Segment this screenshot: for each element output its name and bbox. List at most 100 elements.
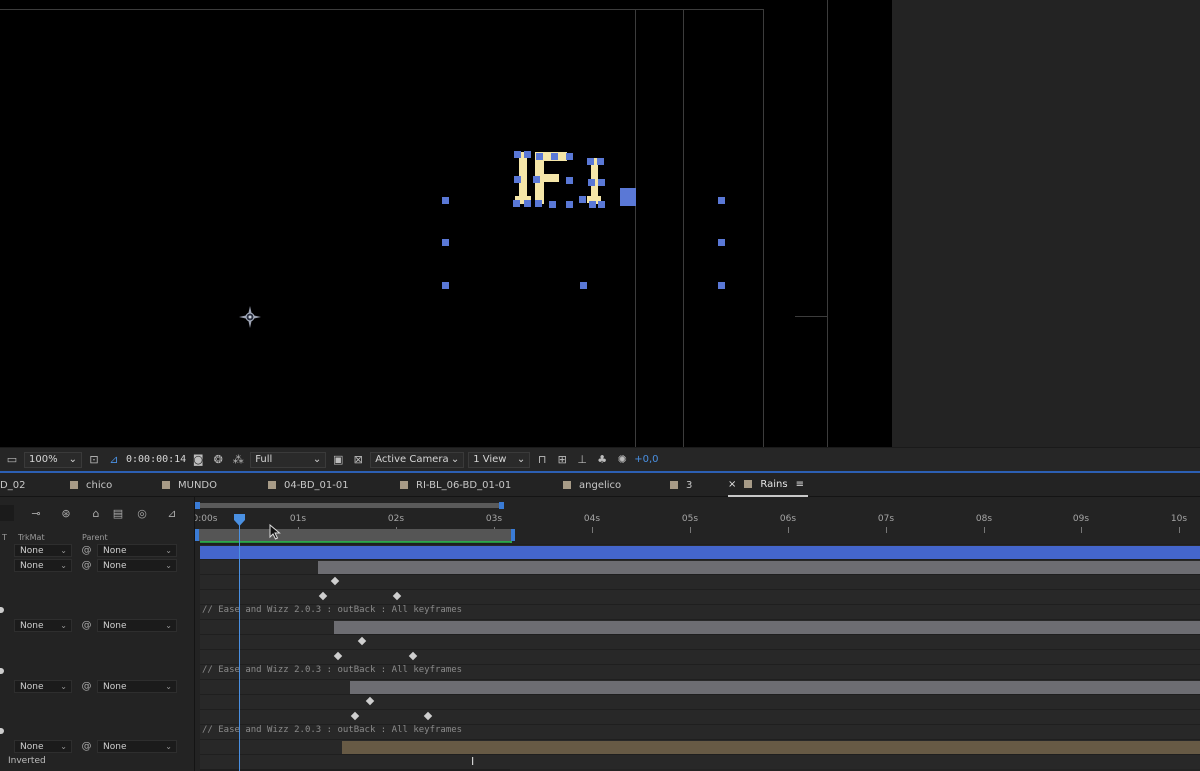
preview-range-end[interactable] <box>511 529 515 541</box>
motion-blur-icon[interactable]: ◎ <box>134 505 150 521</box>
trkmat-dropdown[interactable]: None ⌄ <box>14 680 72 693</box>
tab-rains[interactable]: × Rains ≡ <box>728 473 808 497</box>
parent-dropdown[interactable]: None ⌄ <box>97 544 177 557</box>
tab-d02[interactable]: D_02 <box>0 473 25 497</box>
pick-whip-icon[interactable]: @ <box>80 619 93 632</box>
graph-editor-icon[interactable]: ⊿ <box>164 505 180 521</box>
vertex-handle[interactable] <box>513 200 520 207</box>
timeline-graph[interactable]: 0:00s 01s 02s 03s 04s 05s 06s 07s 08s 09… <box>195 497 1200 771</box>
light-icon[interactable] <box>238 305 262 329</box>
preview-range-bar[interactable] <box>197 529 513 541</box>
comp-flowchart-icon[interactable]: ⊸ <box>28 505 44 521</box>
parent-dropdown[interactable]: None ⌄ <box>97 680 177 693</box>
parent-dropdown[interactable]: None ⌄ <box>97 740 177 753</box>
draft-3d-icon[interactable]: ⊛ <box>58 505 74 521</box>
fast-preview-icon[interactable]: ▣ <box>330 452 346 468</box>
expression-text[interactable]: // Ease and Wizz 2.0.3 : outBack : All k… <box>202 605 462 615</box>
layer-bar[interactable] <box>334 621 1200 634</box>
anchor-handle[interactable] <box>620 188 636 206</box>
trkmat-dropdown[interactable]: None ⌄ <box>14 740 72 753</box>
view-layout-dropdown[interactable]: 1 View ⌄ <box>468 451 531 468</box>
close-icon[interactable]: × <box>728 479 736 490</box>
trkmat-dropdown[interactable]: None ⌄ <box>14 619 72 632</box>
vertex-handle[interactable] <box>579 196 586 203</box>
vertex-handle[interactable] <box>549 201 556 208</box>
bbox-handle-ml[interactable] <box>442 239 449 246</box>
grid-toggle-icon[interactable]: ⊠ <box>350 452 366 468</box>
flowchart-icon[interactable]: ⊥ <box>574 452 590 468</box>
vertex-handle[interactable] <box>514 151 521 158</box>
expression-text[interactable]: // Ease and Wizz 2.0.3 : outBack : All k… <box>202 725 462 735</box>
layer-bar[interactable] <box>318 561 1200 574</box>
pick-whip-icon[interactable]: @ <box>80 559 93 572</box>
shy-layers-icon[interactable]: ⌂ <box>88 505 104 521</box>
bbox-handle-tr[interactable] <box>718 197 725 204</box>
tab-mundo[interactable]: MUNDO <box>162 473 217 497</box>
trkmat-dropdown[interactable]: None ⌄ <box>14 544 72 557</box>
vertex-handle[interactable] <box>597 158 604 165</box>
search-field-stub[interactable] <box>0 505 14 521</box>
camera-dropdown[interactable]: Active Camera ⌄ <box>370 451 465 468</box>
bbox-handle-bm[interactable] <box>580 282 587 289</box>
work-area-bar[interactable] <box>197 503 503 508</box>
layer-bar[interactable] <box>200 546 1200 559</box>
timecode-display[interactable]: 0:00:00:14 <box>126 454 186 465</box>
tab-04-bd-01-01[interactable]: 04-BD_01-01 <box>268 473 349 497</box>
ruler-label: 02s <box>387 514 405 524</box>
tab-3[interactable]: 3 <box>670 473 692 497</box>
toggle-pixel-icon[interactable]: ⊓ <box>534 452 550 468</box>
network-icon[interactable]: ♣ <box>594 452 610 468</box>
monitor-icon[interactable]: ▭ <box>4 452 20 468</box>
trkmat-dropdown[interactable]: None ⌄ <box>14 559 72 572</box>
resolution-dropdown[interactable]: Full ⌄ <box>250 451 327 468</box>
exposure-icon[interactable]: ✺ <box>614 452 630 468</box>
show-snapshot-icon[interactable]: ❂ <box>210 452 226 468</box>
vertex-handle[interactable] <box>524 200 531 207</box>
pick-whip-icon[interactable]: @ <box>80 680 93 693</box>
vertex-handle[interactable] <box>535 200 542 207</box>
parent-dropdown[interactable]: None ⌄ <box>97 559 177 572</box>
pick-whip-icon[interactable]: @ <box>80 544 93 557</box>
tab-ri-bl-06-bd-01-01[interactable]: RI-BL_06-BD_01-01 <box>400 473 511 497</box>
parent-dropdown[interactable]: None ⌄ <box>97 619 177 632</box>
vertex-handle[interactable] <box>566 177 573 184</box>
bbox-handle-bl[interactable] <box>442 282 449 289</box>
frame-blending-icon[interactable]: ▤ <box>110 505 126 521</box>
composition-viewer[interactable] <box>0 0 892 447</box>
reset-exposure-icon[interactable]: ⊞ <box>554 452 570 468</box>
work-area-start-handle[interactable] <box>195 502 200 509</box>
bbox-handle-tl[interactable] <box>442 197 449 204</box>
guide-line-2 <box>683 9 684 447</box>
layer-bar[interactable] <box>350 681 1200 694</box>
vertex-handle[interactable] <box>533 176 540 183</box>
panel-menu-icon[interactable]: ≡ <box>796 479 804 490</box>
zoom-dropdown[interactable]: 100% ⌄ <box>24 451 82 468</box>
pick-whip-icon[interactable]: @ <box>80 740 93 753</box>
transparency-grid-icon[interactable]: ⊿ <box>106 452 122 468</box>
preview-range-start[interactable] <box>195 529 199 541</box>
camera-snapshot-icon[interactable]: ◙ <box>190 452 206 468</box>
tab-angelico[interactable]: angelico <box>563 473 621 497</box>
expression-text[interactable]: // Ease and Wizz 2.0.3 : outBack : All k… <box>202 665 462 675</box>
vertex-handle[interactable] <box>587 158 594 165</box>
track-row <box>200 649 1200 664</box>
work-area-end-handle[interactable] <box>499 502 504 509</box>
vertex-handle[interactable] <box>566 153 573 160</box>
vertex-handle[interactable] <box>588 179 595 186</box>
vertex-handle[interactable] <box>566 201 573 208</box>
vertex-handle[interactable] <box>536 153 543 160</box>
vertex-handle[interactable] <box>589 201 596 208</box>
bbox-handle-br[interactable] <box>718 282 725 289</box>
vertex-handle[interactable] <box>551 153 558 160</box>
channel-icon[interactable]: ⁂ <box>230 452 246 468</box>
vertex-handle[interactable] <box>524 151 531 158</box>
vertex-handle[interactable] <box>598 179 605 186</box>
bbox-handle-mr[interactable] <box>718 239 725 246</box>
tab-chico[interactable]: chico <box>70 473 112 497</box>
vertex-handle[interactable] <box>598 201 605 208</box>
exposure-value[interactable]: +0,0 <box>634 454 658 465</box>
layer-bar[interactable] <box>342 741 1200 754</box>
playhead-icon[interactable] <box>234 514 245 526</box>
vertex-handle[interactable] <box>514 176 521 183</box>
region-of-interest-icon[interactable]: ⊡ <box>86 452 102 468</box>
